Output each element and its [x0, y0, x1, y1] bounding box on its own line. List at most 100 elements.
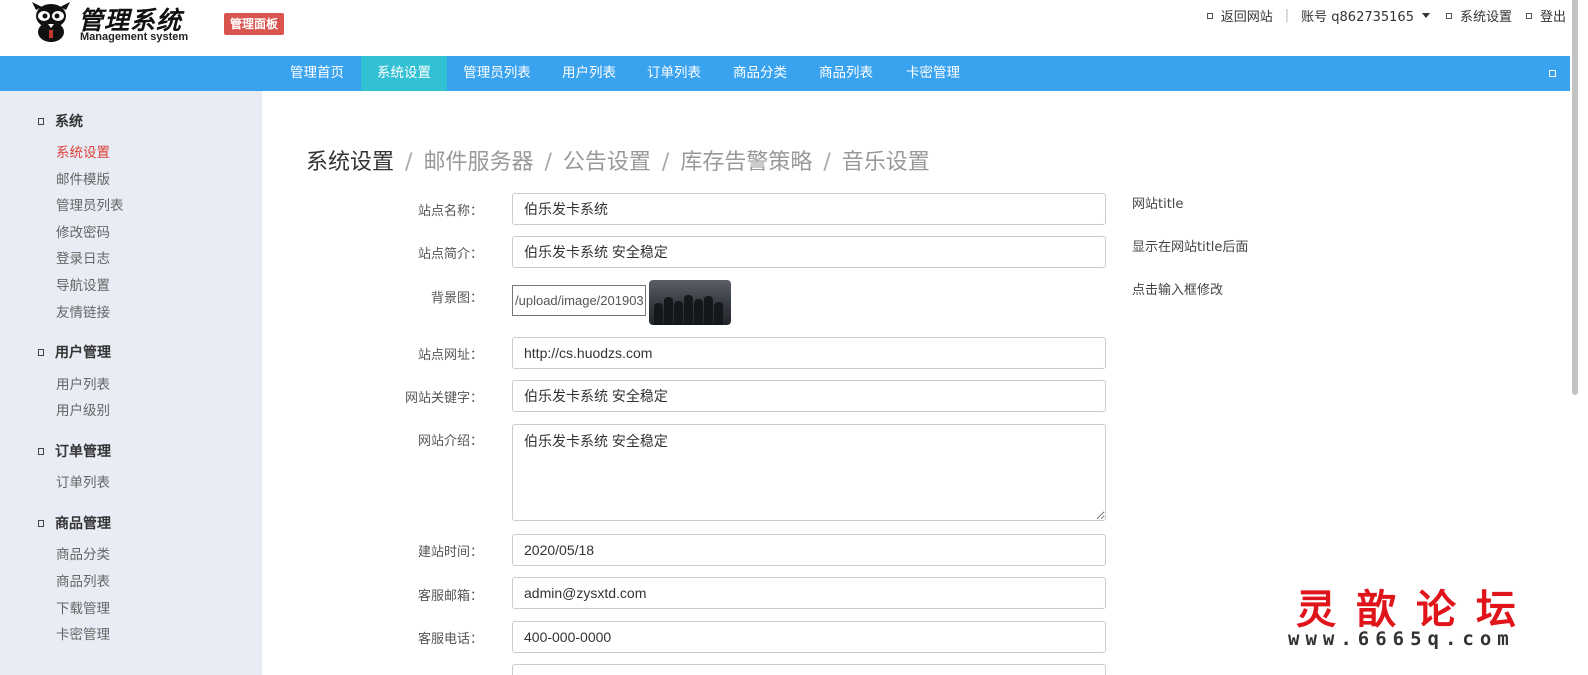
- sidebar-item-download-management[interactable]: 下载管理: [56, 597, 110, 617]
- sidebar-item-system-settings[interactable]: 系统设置: [56, 141, 110, 161]
- top-right-links: 返回网站 | 账号 q862735165 系统设置 登出: [1206, 6, 1566, 25]
- keywords-label: 网站关键字：: [404, 391, 483, 406]
- page-scrollbar[interactable]: [1570, 0, 1588, 675]
- thumbnail-figure: [694, 299, 703, 325]
- sidebar-group-users[interactable]: 用户管理: [38, 342, 111, 362]
- main-nav: 管理首页 系统设置 管理员列表 用户列表 订单列表 商品分类 商品列表 卡密管理: [0, 56, 1570, 91]
- nav-category[interactable]: 商品分类: [717, 56, 803, 91]
- founded-date-input[interactable]: [512, 534, 1106, 566]
- thumbnail-figure: [664, 297, 673, 325]
- background-path-input[interactable]: [512, 285, 646, 316]
- mascot-logo-icon: [32, 2, 70, 42]
- nav-product-list[interactable]: 商品列表: [803, 56, 889, 91]
- tab-music-settings[interactable]: 音乐设置: [842, 150, 930, 175]
- tab-announcement[interactable]: 公告设置: [563, 150, 651, 175]
- nav-home[interactable]: 管理首页: [274, 56, 360, 91]
- founded-label: 建站时间：: [417, 545, 483, 560]
- keywords-input[interactable]: [512, 380, 1106, 412]
- site-name-input[interactable]: [512, 193, 1106, 225]
- sidebar: 系统 系统设置 邮件模版 管理员列表 修改密码 登录日志 导航设置 友情链接 用…: [0, 91, 262, 675]
- sidebar-group-system[interactable]: 系统: [38, 111, 83, 131]
- thumbnail-figure: [674, 301, 683, 325]
- description-label: 网站介绍：: [417, 434, 483, 449]
- phone-label: 客服电话：: [417, 632, 483, 647]
- tab-system-settings[interactable]: 系统设置: [306, 150, 394, 175]
- divider: /: [405, 150, 413, 175]
- site-url-input[interactable]: [512, 337, 1106, 369]
- sidebar-item-user-level[interactable]: 用户级别: [56, 399, 110, 419]
- description-textarea[interactable]: 伯乐发卡系统 安全稳定: [512, 424, 1106, 521]
- sidebar-item-product-list[interactable]: 商品列表: [56, 570, 110, 590]
- logo[interactable]: 管理系统 Management system: [28, 0, 208, 46]
- nav-admin-list[interactable]: 管理员列表: [447, 56, 547, 91]
- sidebar-item-order-list[interactable]: 订单列表: [56, 471, 110, 491]
- site-intro-label: 站点简介：: [417, 247, 483, 262]
- sidebar-group-label: 订单管理: [55, 444, 111, 460]
- account-label: 账号 q862735165: [1301, 10, 1414, 25]
- logout-label: 登出: [1539, 10, 1566, 25]
- sidebar-group-label: 用户管理: [55, 345, 111, 361]
- next-field-input[interactable]: [512, 664, 1106, 675]
- watermark-title: 灵歆论坛: [1296, 586, 1536, 633]
- sidebar-item-user-list[interactable]: 用户列表: [56, 373, 110, 393]
- site-url-label: 站点网址：: [417, 348, 483, 363]
- caret-down-icon: [1421, 13, 1430, 18]
- divider: |: [1284, 8, 1290, 23]
- divider: /: [661, 150, 670, 175]
- nav-card-management[interactable]: 卡密管理: [889, 56, 977, 91]
- sidebar-item-card-management[interactable]: 卡密管理: [56, 623, 110, 643]
- home-icon: [1206, 12, 1213, 19]
- sidebar-group-icon: [38, 117, 44, 125]
- tab-mail-server[interactable]: 邮件服务器: [423, 150, 533, 175]
- gear-icon: [1445, 12, 1452, 19]
- sidebar-item-admin-list[interactable]: 管理员列表: [56, 194, 124, 214]
- sidebar-item-mail-template[interactable]: 邮件模版: [56, 168, 110, 188]
- logout-link[interactable]: 登出: [1525, 6, 1566, 25]
- email-label: 客服邮箱：: [417, 589, 483, 604]
- site-name-label: 站点名称：: [417, 204, 483, 219]
- fullscreen-icon[interactable]: [1549, 70, 1556, 77]
- settings-tabs: 系统设置 / 邮件服务器 / 公告设置 / 库存告警策略 / 音乐设置: [306, 144, 930, 176]
- nav-user-list[interactable]: 用户列表: [547, 56, 631, 91]
- thumbnail-figure: [684, 295, 693, 325]
- account-dropdown[interactable]: 账号 q862735165: [1301, 6, 1430, 25]
- hint-subtitle: 显示在网站title后面: [1132, 240, 1249, 255]
- site-intro-input[interactable]: [512, 236, 1106, 268]
- sidebar-item-change-password[interactable]: 修改密码: [56, 221, 110, 241]
- sidebar-group-products[interactable]: 商品管理: [38, 513, 111, 533]
- sidebar-item-nav-settings[interactable]: 导航设置: [56, 274, 110, 294]
- back-to-site-link[interactable]: 返回网站: [1206, 6, 1273, 25]
- sidebar-group-icon: [38, 348, 44, 356]
- scrollbar-thumb[interactable]: [1572, 0, 1578, 395]
- back-to-site-label: 返回网站: [1220, 10, 1273, 25]
- sidebar-item-friend-links[interactable]: 友情链接: [56, 301, 110, 321]
- logout-icon: [1525, 12, 1532, 19]
- nav-order-list[interactable]: 订单列表: [631, 56, 717, 91]
- sidebar-item-product-category[interactable]: 商品分类: [56, 543, 110, 563]
- background-label: 背景图：: [430, 291, 483, 306]
- sidebar-group-icon: [38, 447, 44, 455]
- system-settings-label: 系统设置: [1459, 10, 1512, 25]
- thumbnail-figure: [714, 302, 723, 325]
- sidebar-group-orders[interactable]: 订单管理: [38, 441, 111, 461]
- background-thumbnail[interactable]: [649, 280, 731, 325]
- sidebar-group-icon: [38, 519, 44, 527]
- logo-subtitle: Management system: [80, 31, 189, 43]
- divider: /: [544, 150, 552, 175]
- tab-stock-alert[interactable]: 库存告警策略: [680, 150, 812, 175]
- thumbnail-figure: [654, 303, 663, 325]
- hint-site-title: 网站title: [1132, 197, 1184, 212]
- system-settings-link[interactable]: 系统设置: [1445, 6, 1512, 25]
- sidebar-group-label: 系统: [55, 114, 83, 130]
- thumbnail-figure: [704, 296, 713, 325]
- phone-input[interactable]: [512, 621, 1106, 653]
- divider: /: [823, 150, 831, 175]
- watermark-url: www.6665q.com: [1288, 628, 1515, 650]
- top-header: 管理系统 Management system 管理面板 返回网站 | 账号 q8…: [0, 0, 1588, 56]
- hint-click-to-edit: 点击输入框修改: [1132, 283, 1224, 298]
- email-input[interactable]: [512, 577, 1106, 609]
- admin-panel-badge: 管理面板: [224, 13, 285, 35]
- nav-system-settings[interactable]: 系统设置: [361, 56, 447, 91]
- sidebar-item-login-log[interactable]: 登录日志: [56, 247, 110, 267]
- sidebar-group-label: 商品管理: [55, 516, 111, 532]
